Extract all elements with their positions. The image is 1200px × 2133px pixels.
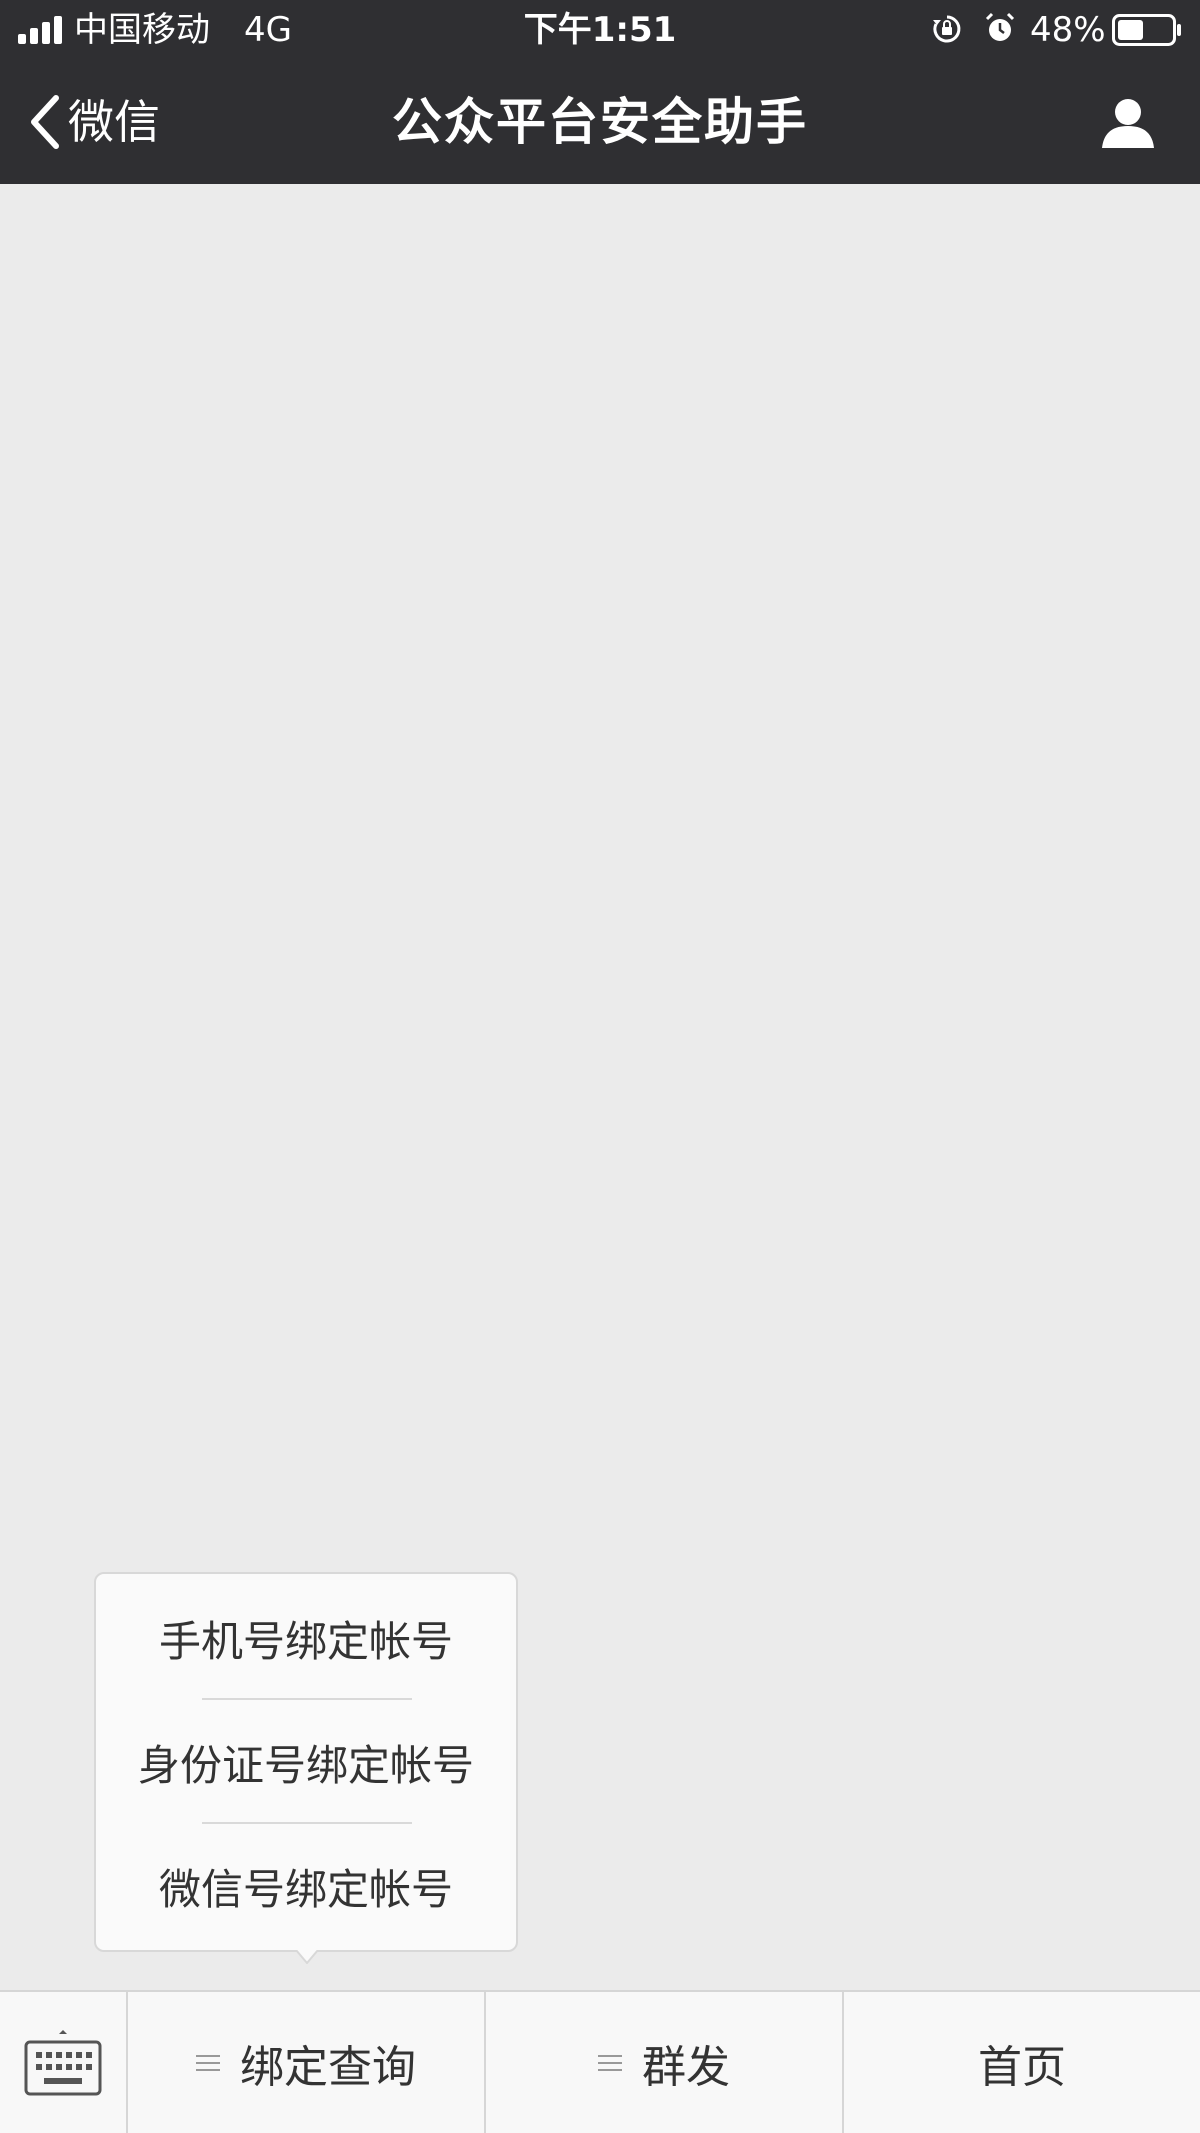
menu-item-mass-send[interactable]: 群发 bbox=[486, 1992, 844, 2133]
submenu-lines-icon bbox=[196, 2054, 220, 2071]
rotation-lock-icon bbox=[933, 15, 961, 43]
keyboard-icon bbox=[24, 2030, 102, 2096]
menu-item-label: 首页 bbox=[978, 2041, 1066, 2093]
screen: 中国移动 4G 下午1:51 48% 微信 公众平台安全助手 手机号绑定帐号 身… bbox=[0, 0, 1200, 2133]
submenu-item-id-card-bind[interactable]: 身份证号绑定帐号 bbox=[96, 1702, 516, 1822]
divider bbox=[202, 1698, 412, 1700]
battery-percent: 48% bbox=[1030, 10, 1106, 50]
keyboard-toggle-button[interactable] bbox=[0, 1992, 128, 2133]
menu-item-label: 绑定查询 bbox=[240, 2041, 416, 2093]
submenu-item-wechat-bind[interactable]: 微信号绑定帐号 bbox=[96, 1826, 516, 1946]
popup-pointer bbox=[296, 1950, 318, 1964]
battery-icon bbox=[1112, 14, 1181, 46]
nav-bar: 微信 公众平台安全助手 bbox=[0, 60, 1200, 184]
profile-icon[interactable] bbox=[1098, 92, 1158, 152]
top-bar: 中国移动 4G 下午1:51 48% 微信 公众平台安全助手 bbox=[0, 0, 1200, 184]
bottom-menu-bar: 绑定查询 群发 首页 bbox=[0, 1990, 1200, 2133]
submenu-lines-icon bbox=[598, 2054, 622, 2071]
menu-item-label: 群发 bbox=[642, 2041, 730, 2093]
status-bar: 中国移动 4G 下午1:51 48% bbox=[0, 0, 1200, 60]
status-time: 下午1:51 bbox=[523, 10, 677, 50]
submenu-popup: 手机号绑定帐号 身份证号绑定帐号 微信号绑定帐号 bbox=[94, 1572, 518, 1952]
divider bbox=[202, 1822, 412, 1824]
page-title: 公众平台安全助手 bbox=[392, 93, 808, 151]
menu-item-home[interactable]: 首页 bbox=[844, 1992, 1200, 2133]
menu-item-bind-query[interactable]: 绑定查询 bbox=[128, 1992, 486, 2133]
alarm-icon bbox=[985, 12, 1015, 41]
submenu-item-phone-bind[interactable]: 手机号绑定帐号 bbox=[96, 1578, 516, 1698]
